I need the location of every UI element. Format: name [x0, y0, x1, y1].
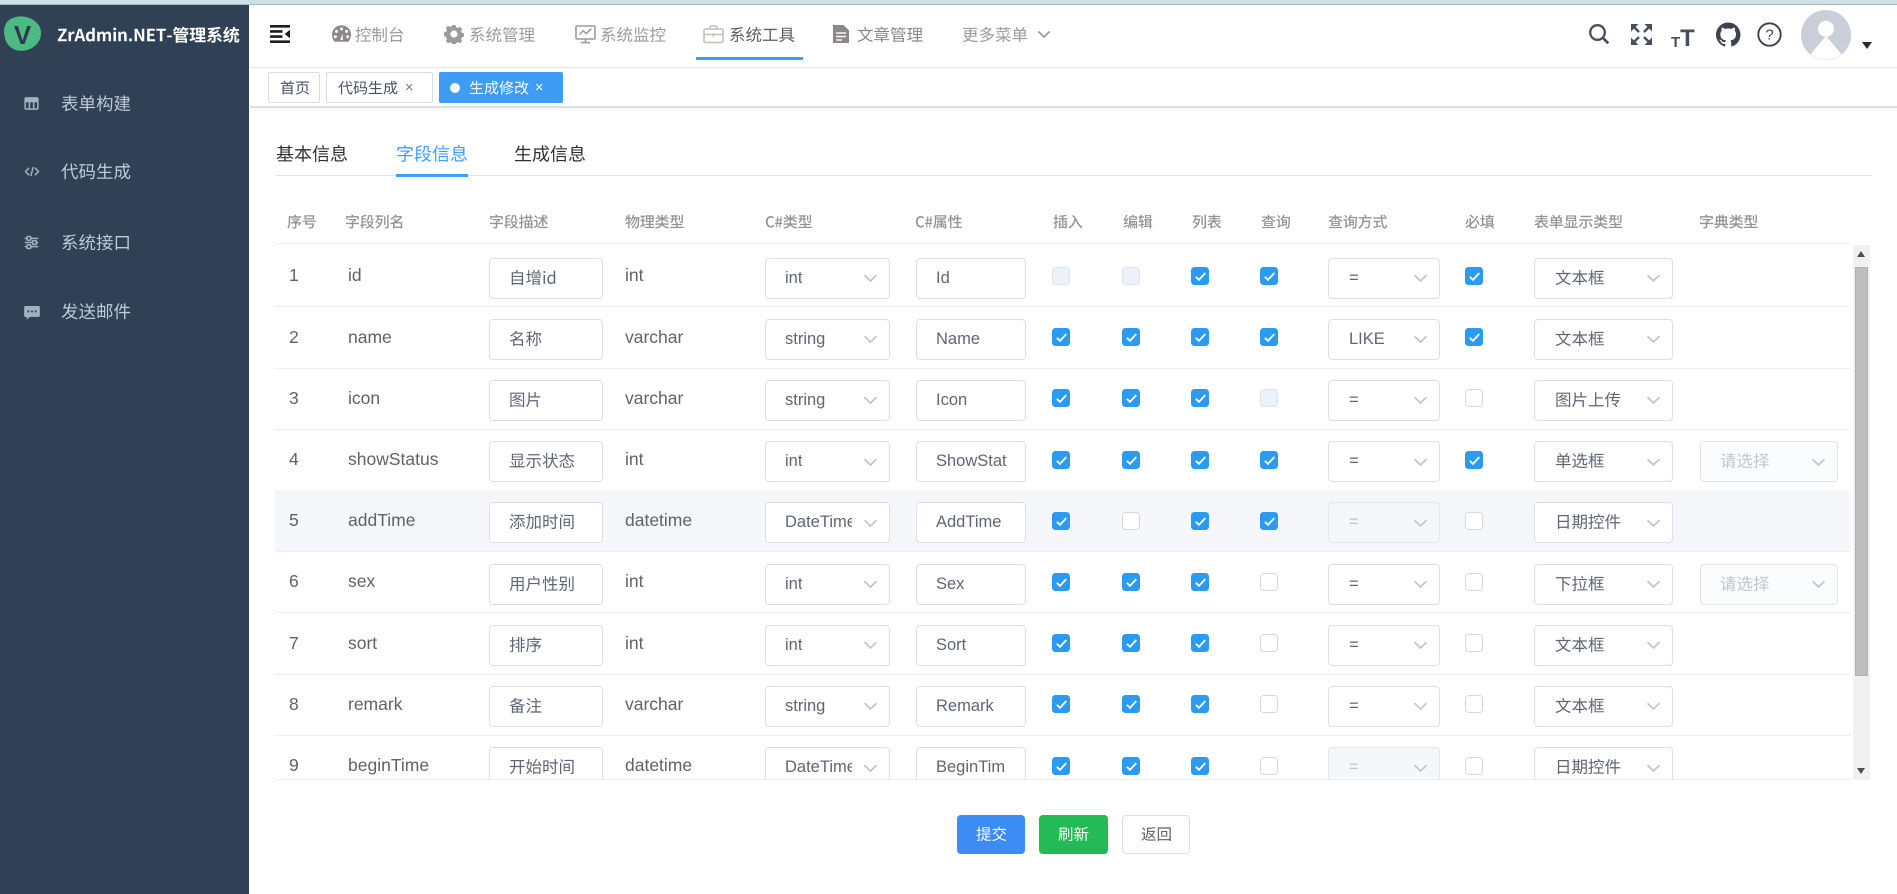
svg-text:?: ? [1765, 27, 1773, 44]
svg-text:V: V [14, 20, 32, 50]
